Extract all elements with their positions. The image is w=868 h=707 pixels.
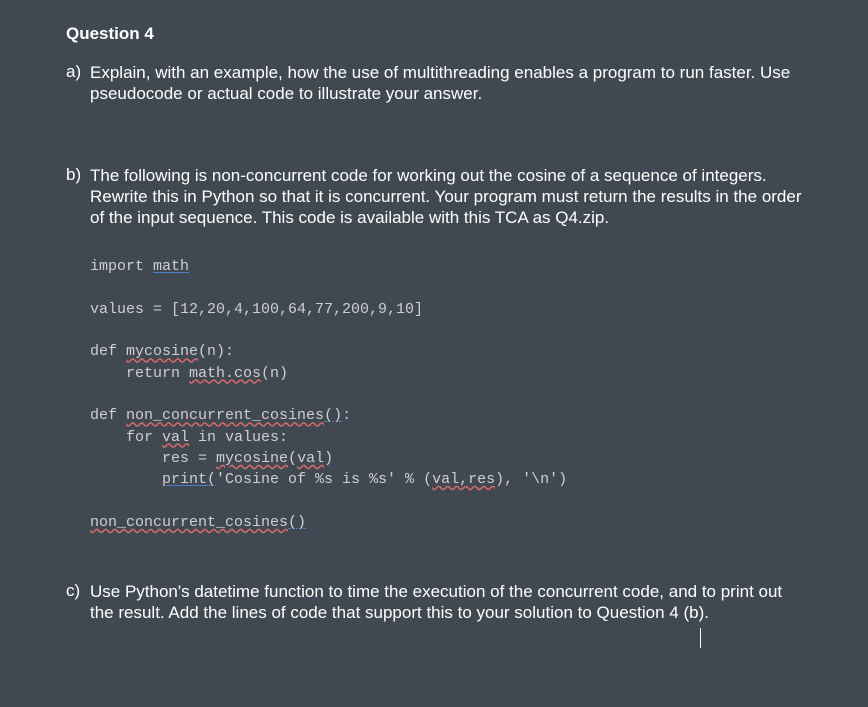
part-c: c) Use Python's datetime function to tim… — [66, 581, 808, 624]
code-token-paren: () — [324, 407, 342, 424]
code-blank — [90, 384, 808, 405]
code-token-ncc: non_concurrent_cosines — [126, 407, 324, 424]
code-line-print: print('Cosine of %s is %s' % (val,res), … — [90, 469, 808, 490]
code-token: in values: — [189, 429, 288, 446]
code-line-return: return math.cos(n) — [90, 363, 808, 384]
code-blank — [90, 491, 808, 512]
code-token: (n) — [261, 365, 288, 382]
code-line-res: res = mycosine(val) — [90, 448, 808, 469]
code-token — [90, 471, 162, 488]
part-c-text: Use Python's datetime function to time t… — [90, 581, 808, 624]
question-title: Question 4 — [66, 24, 808, 44]
part-b-text: The following is non-concurrent code for… — [90, 165, 808, 229]
code-token-val: val — [297, 450, 324, 467]
code-line-import: import math — [90, 256, 808, 277]
code-line-def-mycosine: def mycosine(n): — [90, 341, 808, 362]
code-token: return — [90, 365, 189, 382]
part-b-label: b) — [66, 165, 90, 229]
code-token: ) — [324, 450, 333, 467]
code-token: def — [90, 407, 126, 424]
code-token-ncc-call: non_concurrent_cosines — [90, 514, 288, 531]
part-c-label: c) — [66, 581, 90, 624]
code-line-call: non_concurrent_cosines() — [90, 512, 808, 533]
code-token: (n): — [198, 343, 234, 360]
code-token: ( — [288, 450, 297, 467]
code-line-values: values = [12,20,4,100,64,77,200,9,10] — [90, 299, 808, 320]
code-line-for: for val in values: — [90, 427, 808, 448]
code-token: 'Cosine of %s is %s' % ( — [216, 471, 432, 488]
code-token-math: math — [153, 258, 189, 275]
code-token-val: val — [162, 429, 189, 446]
code-token-paren: () — [288, 514, 306, 531]
code-token: res = — [90, 450, 216, 467]
code-token-mathcos: math.cos — [189, 365, 261, 382]
code-blank — [90, 320, 808, 341]
code-token-mycosine: mycosine — [216, 450, 288, 467]
code-block: import math values = [12,20,4,100,64,77,… — [90, 256, 808, 533]
code-token-mycosine: mycosine — [126, 343, 198, 360]
part-b: b) The following is non-concurrent code … — [66, 165, 808, 229]
code-token-print: print( — [162, 471, 216, 488]
code-token-valres: val,res — [432, 471, 495, 488]
code-token: ), '\n') — [495, 471, 567, 488]
code-line-def-ncc: def non_concurrent_cosines(): — [90, 405, 808, 426]
code-token: import — [90, 258, 153, 275]
part-a-text: Explain, with an example, how the use of… — [90, 62, 808, 105]
code-token: for — [90, 429, 162, 446]
part-a-label: a) — [66, 62, 90, 105]
text-cursor — [700, 628, 701, 648]
part-a: a) Explain, with an example, how the use… — [66, 62, 808, 105]
code-blank — [90, 278, 808, 299]
code-token: : — [342, 407, 351, 424]
code-token: def — [90, 343, 126, 360]
